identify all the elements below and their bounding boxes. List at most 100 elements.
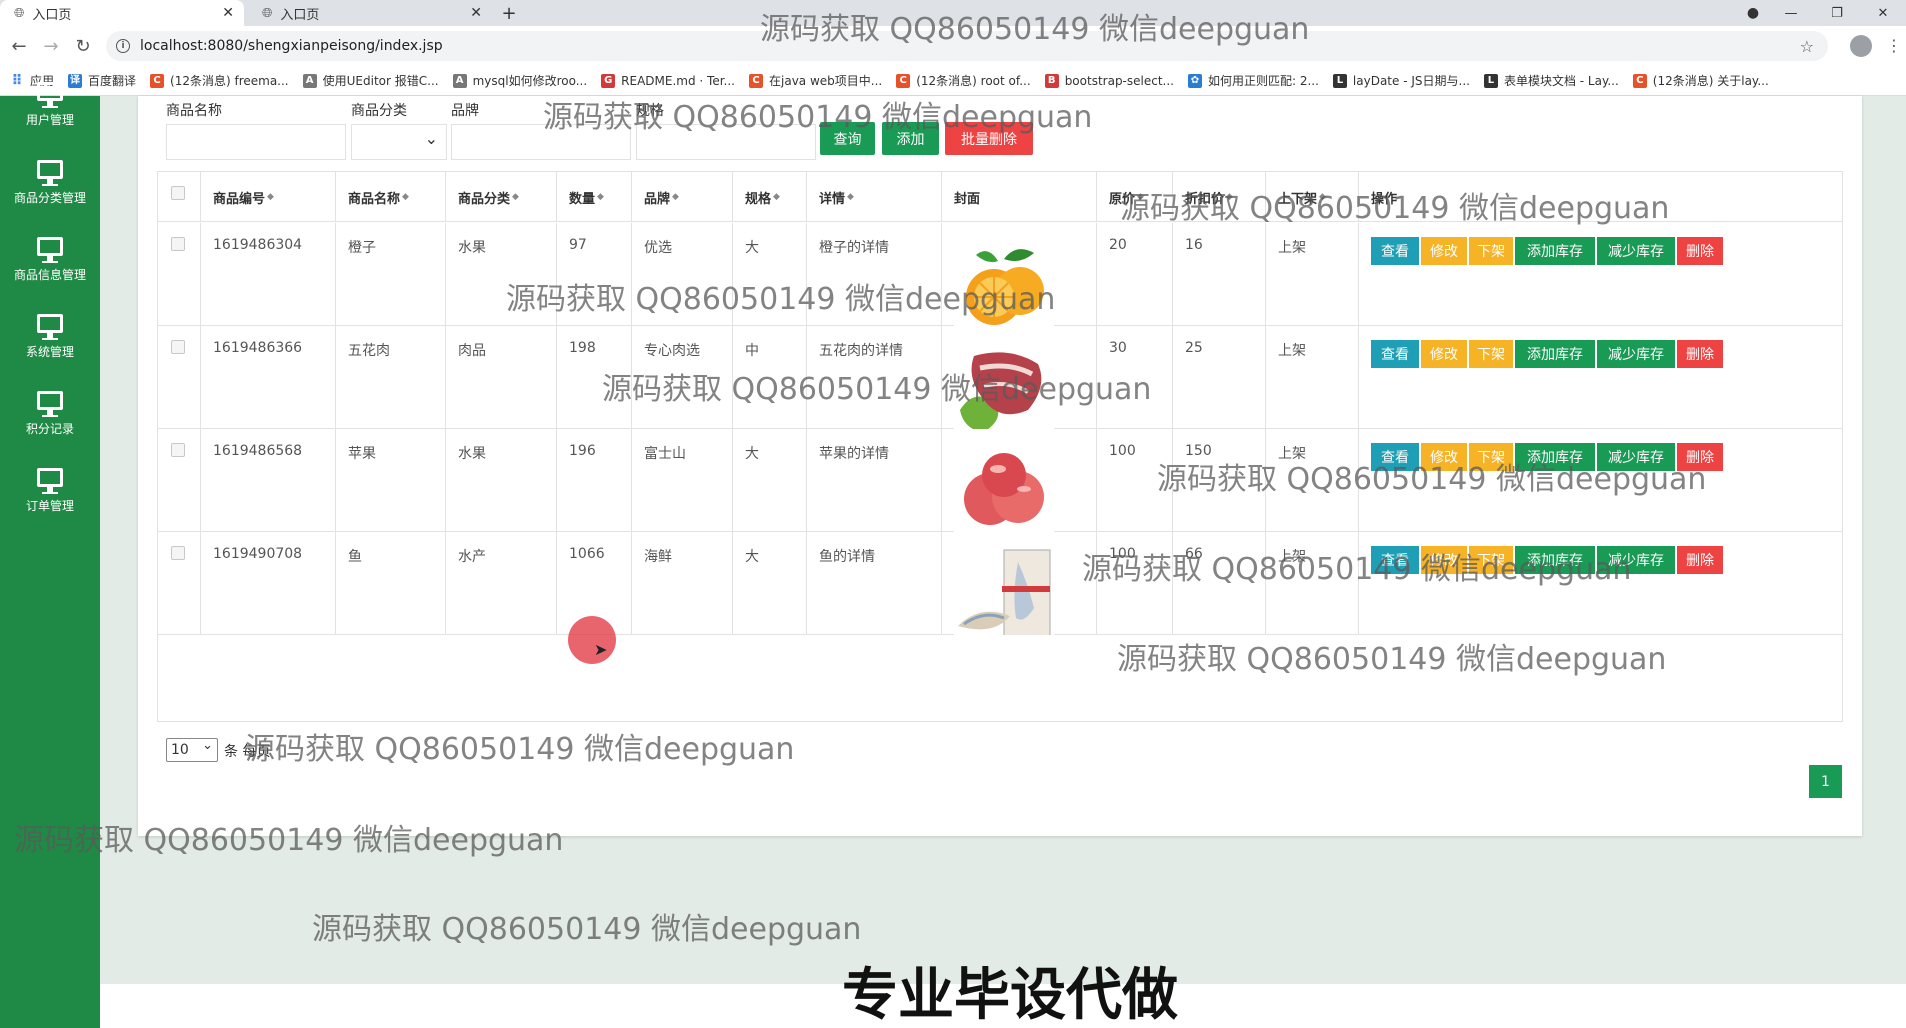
edit-button[interactable]: 修改 <box>1421 237 1467 265</box>
delete-button[interactable]: 删除 <box>1677 340 1723 368</box>
add-stock-button[interactable]: 添加库存 <box>1515 443 1595 471</box>
sidebar-item-category[interactable]: 商品分类管理 <box>0 160 100 230</box>
delete-button[interactable]: 删除 <box>1677 546 1723 574</box>
offshelf-button[interactable]: 下架 <box>1469 546 1513 574</box>
spec-input[interactable] <box>636 124 816 160</box>
column-header[interactable]: 折扣价 ◆ <box>1173 172 1266 222</box>
cover-image <box>954 235 1054 326</box>
edit-button[interactable]: 修改 <box>1421 546 1467 574</box>
bookmark-star-icon[interactable]: ☆ <box>1800 37 1814 56</box>
add-stock-button[interactable]: 添加库存 <box>1515 237 1595 265</box>
promo-banner: 专业毕设代做 <box>842 963 1178 1028</box>
sidebar-item-users[interactable]: 用户管理 <box>0 82 100 152</box>
offshelf-button[interactable]: 下架 <box>1469 340 1513 368</box>
column-header[interactable]: 原价 ◆ <box>1097 172 1173 222</box>
add-stock-button[interactable]: 添加库存 <box>1515 546 1595 574</box>
cover-cell <box>942 429 1097 532</box>
tab-title: 入口页 <box>280 7 320 23</box>
restore-icon[interactable]: ❐ <box>1814 6 1860 21</box>
batch-delete-button[interactable]: 批量删除 <box>945 122 1033 155</box>
back-icon[interactable]: ← <box>6 36 32 57</box>
profile-menu-icon[interactable]: ● <box>1738 5 1768 21</box>
reduce-stock-button[interactable]: 减少库存 <box>1597 237 1675 265</box>
brand-input[interactable] <box>451 124 631 160</box>
view-button[interactable]: 查看 <box>1371 237 1419 265</box>
minimize-icon[interactable]: — <box>1768 6 1814 21</box>
browser-tab-2[interactable]: 🌐︎ 入口页 ✕ <box>248 0 492 26</box>
reduce-stock-button[interactable]: 减少库存 <box>1597 443 1675 471</box>
cell-id: 1619490708 <box>201 532 336 635</box>
delete-button[interactable]: 删除 <box>1677 443 1723 471</box>
category-select[interactable] <box>351 124 447 160</box>
sidebar-item-orders[interactable]: 订单管理 <box>0 468 100 538</box>
column-header[interactable]: 品牌 ◆ <box>632 172 733 222</box>
bookmark-item[interactable]: C 在java web项目中... <box>749 72 882 89</box>
cell-status: 上架 <box>1266 429 1359 532</box>
close-icon[interactable]: ✕ <box>222 5 234 21</box>
row-select-cell <box>158 429 201 532</box>
edit-button[interactable]: 修改 <box>1421 443 1467 471</box>
column-header[interactable]: 商品编号 ◆ <box>201 172 336 222</box>
forward-icon[interactable]: → <box>38 36 64 57</box>
offshelf-button[interactable]: 下架 <box>1469 443 1513 471</box>
bookmark-item[interactable]: C (12条消息) 关于lay... <box>1632 72 1769 89</box>
url-input[interactable]: i localhost:8080/shengxianpeisong/index.… <box>106 31 1828 61</box>
sort-icon: ◆ <box>1319 192 1326 202</box>
site-icon: B <box>1044 73 1059 88</box>
row-checkbox[interactable] <box>171 443 185 457</box>
page-1-button[interactable]: 1 <box>1809 765 1842 798</box>
offshelf-button[interactable]: 下架 <box>1469 237 1513 265</box>
column-header[interactable]: 商品分类 ◆ <box>446 172 557 222</box>
name-input[interactable] <box>166 124 346 160</box>
view-button[interactable]: 查看 <box>1371 546 1419 574</box>
sidebar-item-goods[interactable]: 商品信息管理 <box>0 237 100 307</box>
view-button[interactable]: 查看 <box>1371 443 1419 471</box>
more-menu-icon[interactable]: ⋮ <box>1886 36 1902 55</box>
row-checkbox[interactable] <box>171 546 185 560</box>
row-checkbox[interactable] <box>171 237 185 251</box>
row-checkbox[interactable] <box>171 340 185 354</box>
column-header[interactable]: 上下架 ◆ <box>1266 172 1359 222</box>
cell-detail: 鱼的详情 <box>807 532 942 635</box>
sidebar-item-points[interactable]: 积分记录 <box>0 391 100 461</box>
edit-button[interactable]: 修改 <box>1421 340 1467 368</box>
page-size-select[interactable]: 10 <box>166 738 218 762</box>
mouse-cursor-icon: ➤ <box>594 640 608 659</box>
close-icon[interactable]: ✕ <box>470 5 482 21</box>
bookmark-item[interactable]: A 使用UEditor 报错C... <box>302 72 439 89</box>
bookmark-item[interactable]: ✿ 如何用正则匹配: 2... <box>1187 72 1319 89</box>
bookmark-item[interactable]: Bbootstrap-select... <box>1044 73 1174 88</box>
account-icon[interactable] <box>1850 35 1872 57</box>
bookmark-item[interactable]: C (12条消息) freema... <box>150 72 289 89</box>
select-all-checkbox[interactable] <box>171 186 185 200</box>
site-icon: A <box>452 73 467 88</box>
bookmark-item[interactable]: Amysql如何修改roo... <box>452 72 587 89</box>
bookmark-item[interactable]: L 表单模块文档 - Lay... <box>1483 72 1619 89</box>
delete-button[interactable]: 删除 <box>1677 237 1723 265</box>
reduce-stock-button[interactable]: 减少库存 <box>1597 546 1675 574</box>
column-header[interactable]: 详情 ◆ <box>807 172 942 222</box>
close-window-icon[interactable]: ✕ <box>1860 6 1906 21</box>
add-stock-button[interactable]: 添加库存 <box>1515 340 1595 368</box>
bookmark-item[interactable]: LlayDate - JS日期与... <box>1332 72 1470 89</box>
cell-detail: 橙子的详情 <box>807 223 942 326</box>
address-bar: ← → ↻ i localhost:8080/shengxianpeisong/… <box>0 26 1906 66</box>
new-tab-button[interactable]: + <box>496 0 522 26</box>
add-button[interactable]: 添加 <box>882 122 939 155</box>
browser-tab-1[interactable]: 🌐︎ 入口页 ✕ <box>0 0 244 26</box>
bookmark-item[interactable]: C (12条消息) root of... <box>896 72 1031 89</box>
csdn-icon: C <box>749 73 763 88</box>
column-header[interactable]: 规格 ◆ <box>733 172 807 222</box>
actions-cell: 查看 修改 下架 添加库存 减少库存 删除 <box>1359 326 1844 429</box>
reload-icon[interactable]: ↻ <box>70 36 96 57</box>
info-icon[interactable]: i <box>116 39 130 53</box>
actions-cell: 查看 修改 下架 添加库存 减少库存 删除 <box>1359 429 1844 532</box>
column-header[interactable]: 数量 ◆ <box>557 172 632 222</box>
reduce-stock-button[interactable]: 减少库存 <box>1597 340 1675 368</box>
column-header[interactable]: 商品名称 ◆ <box>336 172 446 222</box>
sidebar-item-system[interactable]: 系统管理 <box>0 314 100 384</box>
view-button[interactable]: 查看 <box>1371 340 1419 368</box>
cover-image <box>954 544 1054 635</box>
bookmark-item[interactable]: G README.md · Ter... <box>601 73 735 88</box>
query-button[interactable]: 查询 <box>820 122 875 155</box>
